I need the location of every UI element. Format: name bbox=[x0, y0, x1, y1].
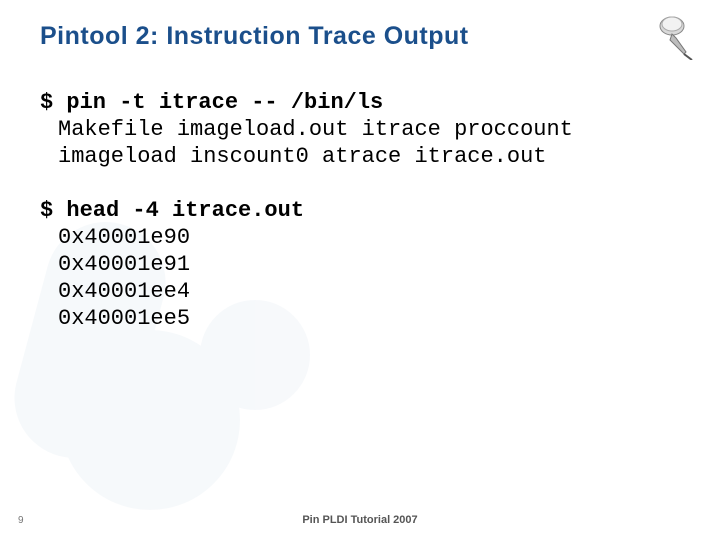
output-line: Makefile imageload.out itrace proccount bbox=[58, 117, 680, 144]
output-line: imageload inscount0 atrace itrace.out bbox=[58, 144, 680, 171]
slide-title: Pintool 2: Instruction Trace Output bbox=[40, 22, 469, 51]
slide-body: $ pin -t itrace -- /bin/ls Makefile imag… bbox=[40, 90, 680, 333]
slide: Pintool 2: Instruction Trace Output $ pi… bbox=[0, 0, 720, 540]
pushpin-icon bbox=[650, 10, 700, 60]
command-2: $ head -4 itrace.out bbox=[40, 198, 680, 225]
output-line: 0x40001ee4 bbox=[58, 279, 680, 306]
output-line: 0x40001ee5 bbox=[58, 306, 680, 333]
output-line: 0x40001e91 bbox=[58, 252, 680, 279]
output-line: 0x40001e90 bbox=[58, 225, 680, 252]
footer-text: Pin PLDI Tutorial 2007 bbox=[0, 514, 720, 526]
command-1: $ pin -t itrace -- /bin/ls bbox=[40, 90, 680, 117]
